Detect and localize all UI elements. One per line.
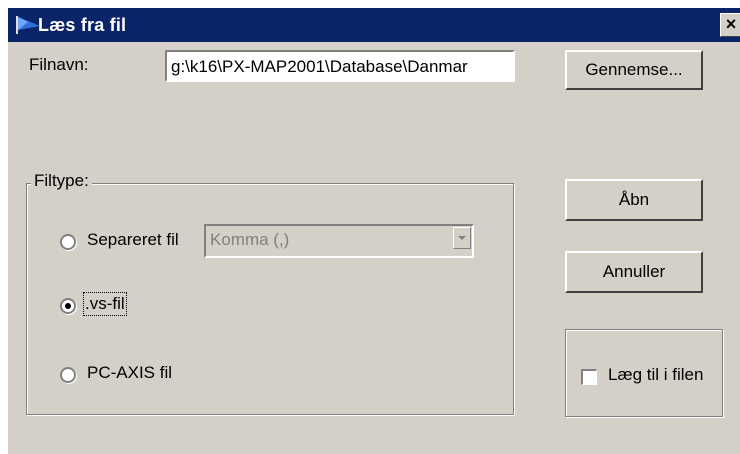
filetype-legend: Filtype: [31, 171, 92, 191]
separator-select-value: Komma (,) [210, 230, 290, 249]
filename-input[interactable]: g:\k16\PX-MAP2001\Database\Danmar [165, 50, 515, 82]
append-checkbox-label[interactable]: Læg til i filen [608, 365, 703, 385]
separator-select: Komma (,) [204, 224, 474, 258]
radio-pcaxis[interactable] [60, 367, 76, 383]
radio-separeret-label[interactable]: Separeret fil [87, 230, 179, 250]
radio-separeret[interactable] [60, 234, 76, 250]
close-button[interactable]: × [720, 13, 740, 37]
dialog-window: Læs fra fil × Filnavn: g:\k16\PX-MAP2001… [8, 8, 740, 454]
append-checkbox[interactable] [581, 369, 597, 385]
browse-button[interactable]: Gennemse... [565, 50, 703, 90]
dialog-title: Læs fra fil [38, 15, 127, 35]
radio-vsfil-dot [65, 303, 71, 309]
radio-vsfil[interactable] [60, 298, 76, 314]
separator-select-arrow [453, 227, 471, 249]
radio-vsfil-label[interactable]: .vs-fil [83, 292, 127, 316]
open-button[interactable]: Åbn [565, 179, 703, 221]
filename-label: Filnavn: [29, 55, 89, 74]
cancel-button[interactable]: Annuller [565, 251, 703, 293]
radio-pcaxis-label[interactable]: PC-AXIS fil [87, 363, 172, 383]
chevron-down-icon [458, 236, 466, 240]
title-bar[interactable]: Læs fra fil × [8, 8, 740, 42]
close-icon: × [725, 14, 737, 34]
